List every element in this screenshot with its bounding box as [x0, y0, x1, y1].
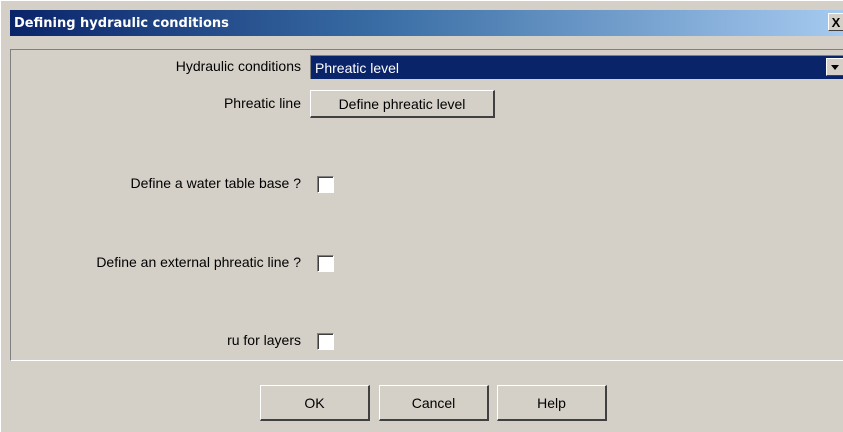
hydraulic-conditions-value: Phreatic level	[315, 59, 400, 76]
water-table-base-label: Define a water table base ?	[130, 175, 301, 191]
cancel-button[interactable]: Cancel	[379, 385, 489, 421]
title-bar[interactable]: Defining hydraulic conditions X	[10, 10, 843, 36]
close-icon: X	[831, 14, 841, 30]
chevron-down-icon	[831, 64, 839, 70]
water-table-base-checkbox[interactable]	[317, 176, 334, 193]
dialog-window: Defining hydraulic conditions X Hydrauli…	[0, 0, 843, 432]
phreatic-line-label: Phreatic line	[223, 95, 301, 111]
ok-button[interactable]: OK	[260, 385, 370, 421]
external-phreatic-label: Define an external phreatic line ?	[96, 254, 301, 270]
external-phreatic-checkbox[interactable]	[317, 255, 334, 272]
ru-layers-label: ru for layers	[227, 332, 301, 348]
close-button[interactable]: X	[828, 13, 843, 31]
define-phreatic-level-button[interactable]: Define phreatic level	[310, 90, 495, 118]
window-title: Defining hydraulic conditions	[14, 15, 229, 31]
ru-layers-checkbox[interactable]	[317, 333, 334, 350]
help-button[interactable]: Help	[497, 385, 607, 421]
hydraulic-conditions-label: Hydraulic conditions	[175, 58, 301, 74]
dropdown-arrow-button[interactable]	[826, 58, 843, 76]
hydraulic-conditions-select[interactable]: Phreatic level	[310, 55, 843, 79]
